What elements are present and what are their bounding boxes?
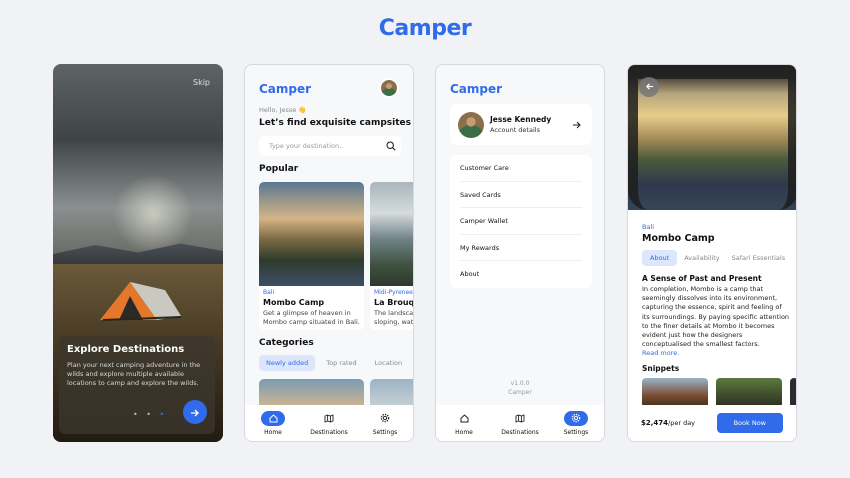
about-paragraph: In completion, Mombo is a camp that seem… xyxy=(642,285,790,349)
popular-card[interactable]: Bali Mombo Camp Get a glimpse of heaven … xyxy=(259,182,364,330)
app-logo: Camper xyxy=(259,82,312,96)
onboarding-text: Plan your next camping adventure in the … xyxy=(67,361,201,387)
tab-settings[interactable]: Settings xyxy=(551,410,601,436)
profile-subtitle: Account details xyxy=(490,126,540,134)
card-image xyxy=(370,182,413,286)
tab-label: Home xyxy=(455,428,473,436)
tab-about[interactable]: About xyxy=(642,250,678,266)
card-title: La Brouquo xyxy=(374,298,414,307)
card-title: Mombo Camp xyxy=(263,298,325,307)
menu-customer-care[interactable]: Customer Care xyxy=(460,155,582,182)
tab-label: Destinations xyxy=(501,428,539,436)
booking-bar: $2,474/per day Book Now xyxy=(628,405,796,441)
tab-settings[interactable]: Settings xyxy=(360,411,410,436)
category-location[interactable]: Location xyxy=(368,355,410,371)
book-now-button[interactable]: Book Now xyxy=(716,413,783,433)
profile-name: Jesse Kennedy xyxy=(490,115,552,124)
home-icon xyxy=(452,411,476,426)
card-description: Get a glimpse of heaven in xyxy=(263,309,351,317)
menu-about[interactable]: About xyxy=(460,261,582,288)
version-app-name: Camper xyxy=(508,389,532,396)
account-screen: Camper Jesse Kennedy Account details Cus… xyxy=(435,64,605,442)
price: $2,474/per day xyxy=(641,419,695,427)
back-button[interactable] xyxy=(639,77,659,97)
categories-title: Categories xyxy=(259,338,314,348)
home-screen: Camper Hello, Jesse 👋 Let’s find exquisi… xyxy=(244,64,414,442)
tab-label: Settings xyxy=(372,428,398,436)
category-newly-added[interactable]: Newly added xyxy=(259,355,316,371)
version-info: v1.0.0 Camper xyxy=(436,379,604,397)
menu-my-rewards[interactable]: My Rewards xyxy=(460,235,582,261)
home-icon xyxy=(261,410,285,426)
card-image xyxy=(259,182,364,286)
card-description: Mombo camp situated in Bali. xyxy=(263,318,360,326)
snippet-image[interactable] xyxy=(790,378,796,408)
about-text: In completion, Mombo is a camp that seem… xyxy=(642,285,790,359)
card-location: Bali xyxy=(263,289,275,296)
gear-icon xyxy=(564,410,588,426)
settings-menu: Customer Care Saved Cards Camper Wallet … xyxy=(450,155,592,288)
onboarding-card: Explore Destinations Plan your next camp… xyxy=(59,336,215,434)
snippet-image[interactable] xyxy=(716,378,782,408)
category-chips: Newly added Top rated Location xyxy=(259,355,409,371)
tent-illustration xyxy=(100,282,182,321)
about-heading: A Sense of Past and Present xyxy=(642,274,762,283)
read-more-link[interactable]: Read more. xyxy=(642,349,790,358)
app-logo: Camper xyxy=(450,82,503,96)
card-description: sloping, watc xyxy=(374,318,414,326)
price-amount: $2,474 xyxy=(641,419,669,427)
page-indicator: • • • xyxy=(133,410,168,419)
next-button[interactable] xyxy=(183,400,207,424)
arrow-right-icon xyxy=(191,409,199,416)
avatar xyxy=(458,111,484,138)
card-description: The landscap xyxy=(374,309,414,317)
category-top-rated[interactable]: Top rated xyxy=(319,355,363,371)
tab-label: Destinations xyxy=(310,428,348,436)
map-icon xyxy=(508,411,532,426)
skip-button[interactable]: Skip xyxy=(193,78,210,87)
tab-destinations[interactable]: Destinations xyxy=(495,411,545,436)
menu-saved-cards[interactable]: Saved Cards xyxy=(460,182,582,208)
detail-tabs: About Availability Safari Essentials xyxy=(642,250,790,266)
profile-card[interactable]: Jesse Kennedy Account details xyxy=(450,104,592,145)
tab-availability[interactable]: Availability xyxy=(679,250,724,266)
card-location: Midi-Pyrenees xyxy=(374,289,414,296)
onboarding-title: Explore Destinations xyxy=(67,344,185,355)
gear-icon xyxy=(373,411,397,426)
snippet-image[interactable] xyxy=(642,378,708,408)
detail-screen: Bali Mombo Camp About Availability Safar… xyxy=(627,64,797,442)
tab-destinations[interactable]: Destinations xyxy=(304,411,354,436)
popular-card[interactable]: Midi-Pyrenees La Brouquo The landscap sl… xyxy=(370,182,414,330)
tab-home[interactable]: Home xyxy=(248,410,298,436)
arrow-left-icon xyxy=(645,83,653,90)
tab-home[interactable]: Home xyxy=(439,411,489,436)
tab-bar: Home Destinations Settings xyxy=(436,405,604,441)
detail-title: Mombo Camp xyxy=(642,233,715,244)
detail-location: Bali xyxy=(642,223,655,231)
search-icon[interactable] xyxy=(381,136,401,156)
tab-label: Settings xyxy=(563,428,589,436)
map-icon xyxy=(317,411,341,426)
price-unit: /per day xyxy=(668,419,696,427)
arrow-right-icon[interactable] xyxy=(572,120,582,130)
search-input[interactable]: Type your destination.. xyxy=(259,136,401,156)
tab-safari-essentials[interactable]: Safari Essentials xyxy=(727,250,790,266)
version-number: v1.0.0 xyxy=(510,380,530,387)
greeting: Hello, Jesse 👋 xyxy=(259,106,307,114)
avatar[interactable] xyxy=(379,78,399,98)
menu-camper-wallet[interactable]: Camper Wallet xyxy=(460,208,582,235)
search-placeholder: Type your destination.. xyxy=(269,142,344,150)
popular-title: Popular xyxy=(259,164,299,174)
tab-bar: Home Destinations Settings xyxy=(245,405,413,441)
sun-rays xyxy=(113,174,193,254)
brand-title: Camper xyxy=(378,16,472,41)
snippets-title: Snippets xyxy=(642,364,680,373)
onboarding-screen: Skip Explore Destinations Plan your next… xyxy=(53,64,223,442)
headline: Let’s find exquisite campsites xyxy=(259,118,411,128)
tab-label: Home xyxy=(264,428,282,436)
